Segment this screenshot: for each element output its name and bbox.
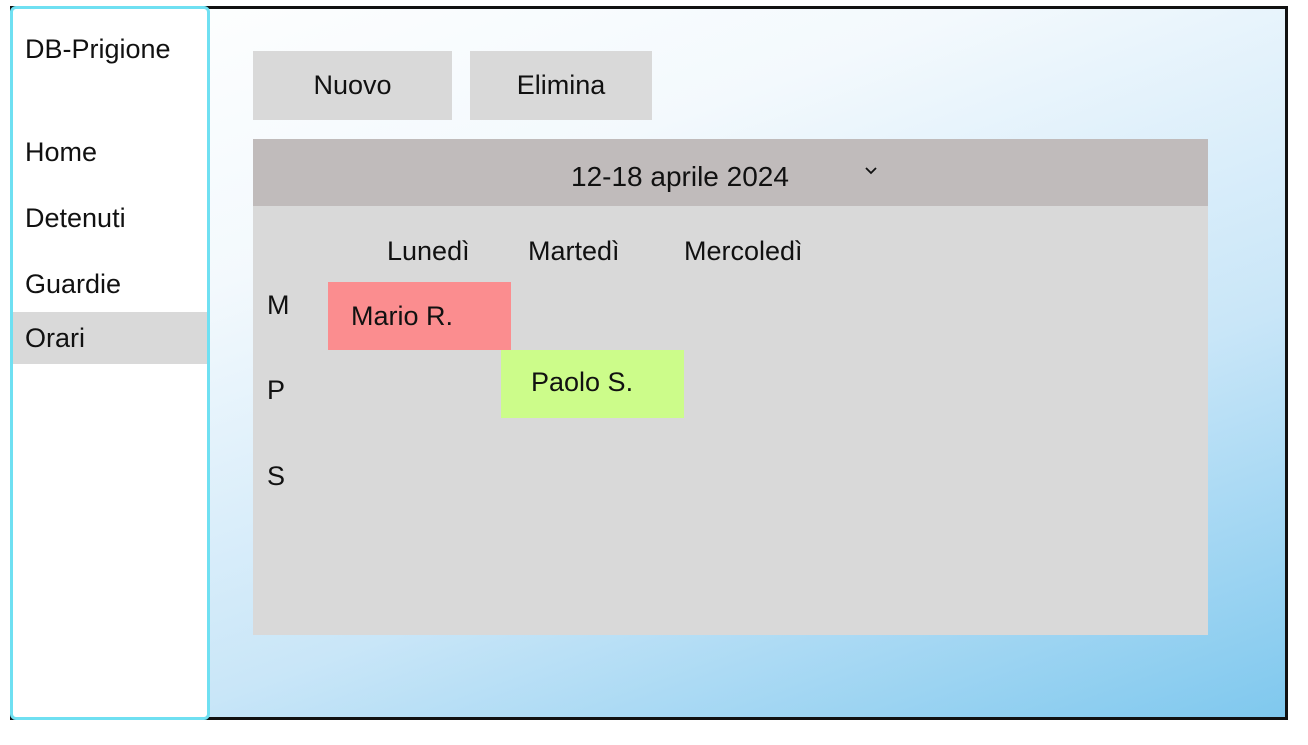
sidebar-item-orari[interactable]: Orari <box>13 312 207 364</box>
sidebar: DB-Prigione Home Detenuti Guardie Orari <box>10 6 210 720</box>
delete-button[interactable]: Elimina <box>470 51 652 120</box>
sidebar-item-label: Detenuti <box>25 203 126 233</box>
schedule-event[interactable]: Mario R. <box>328 282 511 350</box>
event-name: Paolo S. <box>531 367 634 397</box>
sidebar-item-home[interactable]: Home <box>13 126 207 178</box>
week-label: 12-18 aprile 2024 <box>571 161 789 192</box>
new-button[interactable]: Nuovo <box>253 51 452 120</box>
day-header-martedi: Martedì <box>528 236 620 266</box>
sidebar-item-label: Home <box>25 137 98 167</box>
shift-label-m: M <box>267 290 290 320</box>
event-name: Mario R. <box>351 301 454 331</box>
chevron-down-icon <box>865 167 877 175</box>
day-header-mercoledi: Mercoledì <box>684 236 803 266</box>
schedule-panel: 12-18 aprile 2024 Lunedì Martedì Mercole… <box>253 139 1208 635</box>
sidebar-item-guardie[interactable]: Guardie <box>13 258 207 310</box>
shift-label-s: S <box>267 461 286 491</box>
sidebar-item-detenuti[interactable]: Detenuti <box>13 192 207 244</box>
day-header-lunedi: Lunedì <box>387 236 470 266</box>
schedule-event[interactable]: Paolo S. <box>501 350 684 418</box>
week-selector[interactable]: 12-18 aprile 2024 <box>253 139 1208 206</box>
app-title: DB-Prigione <box>25 34 171 64</box>
sidebar-item-label: Guardie <box>25 269 122 299</box>
shift-label-p: P <box>267 375 286 405</box>
sidebar-item-label: Orari <box>25 323 85 353</box>
